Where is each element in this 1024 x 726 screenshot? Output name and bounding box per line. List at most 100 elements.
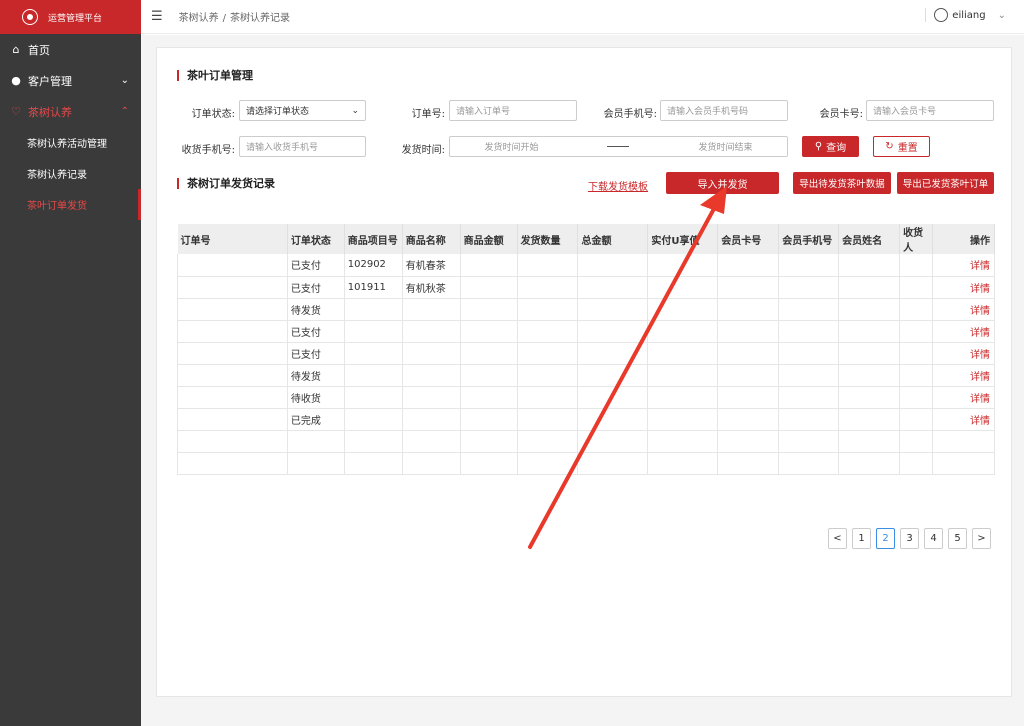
table-row — [177, 452, 995, 475]
table-cell: 已完成 — [287, 408, 345, 431]
page-button[interactable]: 4 — [924, 528, 943, 549]
table-cell — [778, 342, 840, 365]
table-cell: 已支付 — [287, 320, 345, 343]
detail-link[interactable]: 详情 — [932, 364, 995, 387]
menu-toggle-icon[interactable]: ☰ — [151, 9, 163, 24]
order-no-input[interactable]: 请输入订单号 — [449, 100, 577, 121]
table-cell — [517, 342, 579, 365]
sidebar-item-label: 首页 — [28, 43, 50, 57]
table-cell — [517, 254, 579, 277]
ship-end-placeholder[interactable]: 发货时间结束 — [698, 140, 752, 153]
table-cell: 已支付 — [287, 276, 345, 299]
table-cell — [717, 320, 780, 343]
table-cell — [460, 276, 518, 299]
table-cell — [899, 386, 934, 409]
table-cell — [717, 408, 780, 431]
table-cell — [647, 342, 719, 365]
table-cell — [838, 364, 901, 387]
table-cell — [402, 408, 461, 431]
table-cell — [577, 452, 649, 475]
ship-time-label: 发货时间: — [401, 145, 445, 156]
export-pending-button[interactable]: 导出待发货茶叶数据 — [793, 172, 891, 194]
table-cell — [717, 342, 780, 365]
order-status-select[interactable]: 请选择订单状态 ⌄ — [239, 100, 366, 121]
table-cell — [838, 276, 901, 299]
detail-link[interactable]: 详情 — [932, 342, 995, 365]
home-icon: ⌂ — [12, 43, 20, 56]
breadcrumb-item[interactable]: 茶树认养 — [179, 13, 219, 24]
sidebar-item-label: 客户管理 — [28, 74, 72, 88]
reset-button-label: 重置 — [897, 143, 918, 154]
export-shipped-button[interactable]: 导出已发货茶叶订单 — [897, 172, 994, 194]
sidebar-item-customers[interactable]: ● 客户管理 ⌄ — [0, 65, 141, 96]
detail-link[interactable]: 详情 — [932, 254, 995, 277]
page-button[interactable]: 1 — [852, 528, 871, 549]
reset-button[interactable]: ↻ 重置 — [873, 136, 930, 157]
table-cell — [717, 276, 780, 299]
receiver-phone-input[interactable]: 请输入收货手机号 — [239, 136, 366, 157]
table-cell — [838, 452, 901, 475]
table-cell — [460, 430, 518, 453]
detail-link[interactable]: 详情 — [932, 408, 995, 431]
page-button[interactable]: 5 — [948, 528, 967, 549]
pagination: <1 2 3 4 5 > — [828, 528, 991, 549]
table-cell — [647, 298, 719, 321]
table-cell — [517, 386, 579, 409]
table-cell — [577, 254, 649, 277]
sidebar-subitem-activity-manage[interactable]: 茶树认养活动管理 — [0, 127, 141, 158]
table-cell — [577, 430, 649, 453]
detail-link[interactable]: 详情 — [932, 320, 995, 343]
detail-link[interactable]: 详情 — [932, 298, 995, 321]
download-template-link[interactable]: 下载发货模板 — [588, 178, 648, 193]
order-no-label: 订单号: — [411, 109, 445, 120]
column-header: 总金额 — [577, 224, 649, 254]
table-cell — [932, 452, 995, 475]
prev-page-button[interactable]: < — [828, 528, 847, 549]
table-cell — [647, 320, 719, 343]
table-cell — [287, 452, 345, 475]
page-button[interactable]: 3 — [900, 528, 919, 549]
table-cell — [932, 430, 995, 453]
brand-header: 运营管理平台 — [0, 0, 141, 34]
chevron-down-icon: ⌄ — [997, 9, 1006, 21]
detail-link[interactable]: 详情 — [932, 276, 995, 299]
query-button[interactable]: ⚲ 查询 — [802, 136, 859, 157]
sidebar-subitem-adopt-records[interactable]: 茶树认养记录 — [0, 158, 141, 189]
table-cell — [177, 298, 288, 321]
table-cell — [402, 298, 461, 321]
filter-section-title: 茶叶订单管理 — [177, 70, 253, 81]
import-ship-button[interactable]: 导入并发货 — [666, 172, 779, 194]
table-cell — [647, 408, 719, 431]
table-cell — [778, 386, 840, 409]
ship-start-placeholder[interactable]: 发货时间开始 — [484, 140, 538, 153]
table-cell — [177, 342, 288, 365]
table-cell — [577, 342, 649, 365]
table-cell — [838, 342, 901, 365]
table-cell — [778, 276, 840, 299]
brand-title: 运营管理平台 — [48, 13, 103, 24]
table-cell — [460, 386, 518, 409]
table-row: 待收货 详情 — [177, 386, 995, 409]
sidebar-item-tea-adopt[interactable]: ♡ 茶树认养 ⌃ — [0, 96, 141, 127]
user-menu[interactable]: eiliang ⌄ — [925, 8, 1006, 22]
member-card-input[interactable]: 请输入会员卡号 — [866, 100, 994, 121]
query-button-label: 查询 — [826, 143, 847, 154]
sidebar-item-home[interactable]: ⌂ 首页 — [0, 34, 141, 65]
table-cell — [344, 298, 403, 321]
column-header: 会员姓名 — [838, 224, 901, 254]
detail-link[interactable]: 详情 — [932, 386, 995, 409]
ship-time-range[interactable]: 发货时间开始 发货时间结束 — [449, 136, 788, 157]
range-separator — [607, 146, 630, 147]
sidebar-subitem-tea-ship[interactable]: 茶叶订单发货 — [0, 189, 141, 220]
table-cell — [717, 386, 780, 409]
table-cell — [647, 276, 719, 299]
table-row: 已支付 101911 有机秋茶 详情 — [177, 276, 995, 299]
table-cell — [647, 386, 719, 409]
member-phone-input[interactable]: 请输入会员手机号码 — [660, 100, 788, 121]
next-page-button[interactable]: > — [972, 528, 991, 549]
table-cell — [778, 254, 840, 277]
table-cell — [344, 408, 403, 431]
refresh-icon: ↻ — [885, 141, 894, 152]
page-button[interactable]: 2 — [876, 528, 895, 549]
table-header-row: 订单号 订单状态 商品项目号 商品名称 商品金额 发货数量 总金额 实付U享值 会员卡号 会员手机… — [177, 224, 995, 254]
